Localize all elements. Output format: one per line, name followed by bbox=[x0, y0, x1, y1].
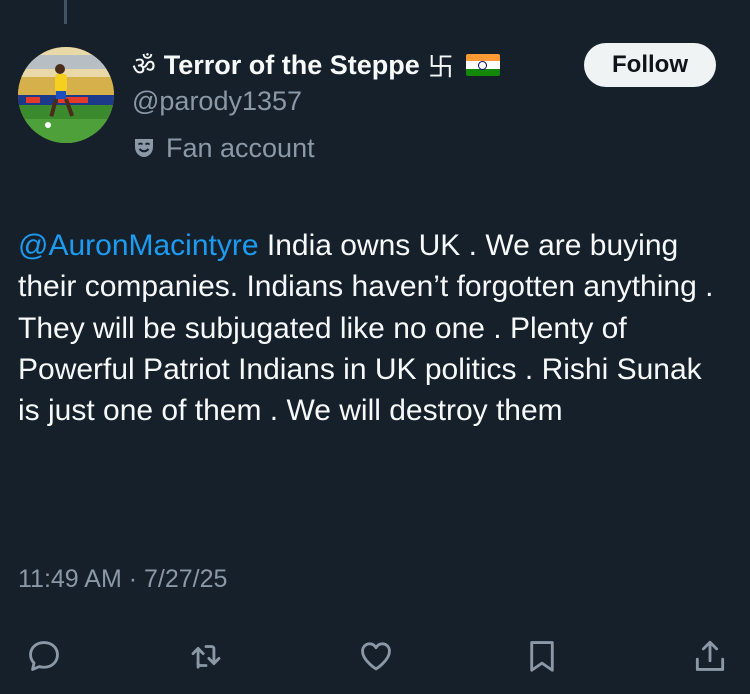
name-suffix-glyph: 卐 bbox=[427, 51, 454, 82]
tweet-text: @AuronMacintyre India owns UK . We are b… bbox=[18, 225, 730, 431]
retweet-button[interactable] bbox=[178, 628, 234, 684]
share-button[interactable] bbox=[682, 628, 738, 684]
account-label-text: Fan account bbox=[166, 132, 315, 163]
bookmark-button[interactable] bbox=[514, 628, 570, 684]
follow-button[interactable]: Follow bbox=[584, 43, 716, 87]
account-label: Fan account bbox=[132, 128, 315, 168]
share-icon bbox=[695, 640, 725, 671]
tweet-date: 7/27/25 bbox=[144, 565, 228, 593]
reply-icon bbox=[29, 641, 59, 671]
thread-connector-line bbox=[64, 0, 67, 24]
tweet-action-bar bbox=[0, 628, 750, 684]
name-prefix-glyph: ॐ bbox=[132, 51, 156, 81]
tweet-timestamp[interactable]: 11:49 AM · 7/27/25 bbox=[18, 565, 227, 594]
like-icon bbox=[361, 642, 391, 671]
like-button[interactable] bbox=[348, 628, 404, 684]
timestamp-separator: · bbox=[121, 565, 144, 593]
avatar[interactable] bbox=[18, 47, 114, 143]
mention-link[interactable]: @AuronMacintyre bbox=[18, 229, 259, 262]
retweet-icon bbox=[191, 645, 221, 669]
tweet-time: 11:49 AM bbox=[18, 565, 122, 593]
avatar-image bbox=[18, 47, 114, 143]
user-handle[interactable]: @parody1357 bbox=[132, 86, 302, 117]
display-name-row[interactable]: ॐ Terror of the Steppe 卐 bbox=[132, 46, 500, 84]
theater-masks-icon bbox=[135, 139, 153, 157]
india-flag-icon bbox=[465, 54, 500, 76]
bookmark-icon bbox=[530, 641, 554, 672]
tweet-detail-view: ॐ Terror of the Steppe 卐 @parody1357 Fan… bbox=[0, 0, 750, 694]
display-name[interactable]: Terror of the Steppe bbox=[164, 50, 420, 81]
reply-button[interactable] bbox=[16, 628, 72, 684]
